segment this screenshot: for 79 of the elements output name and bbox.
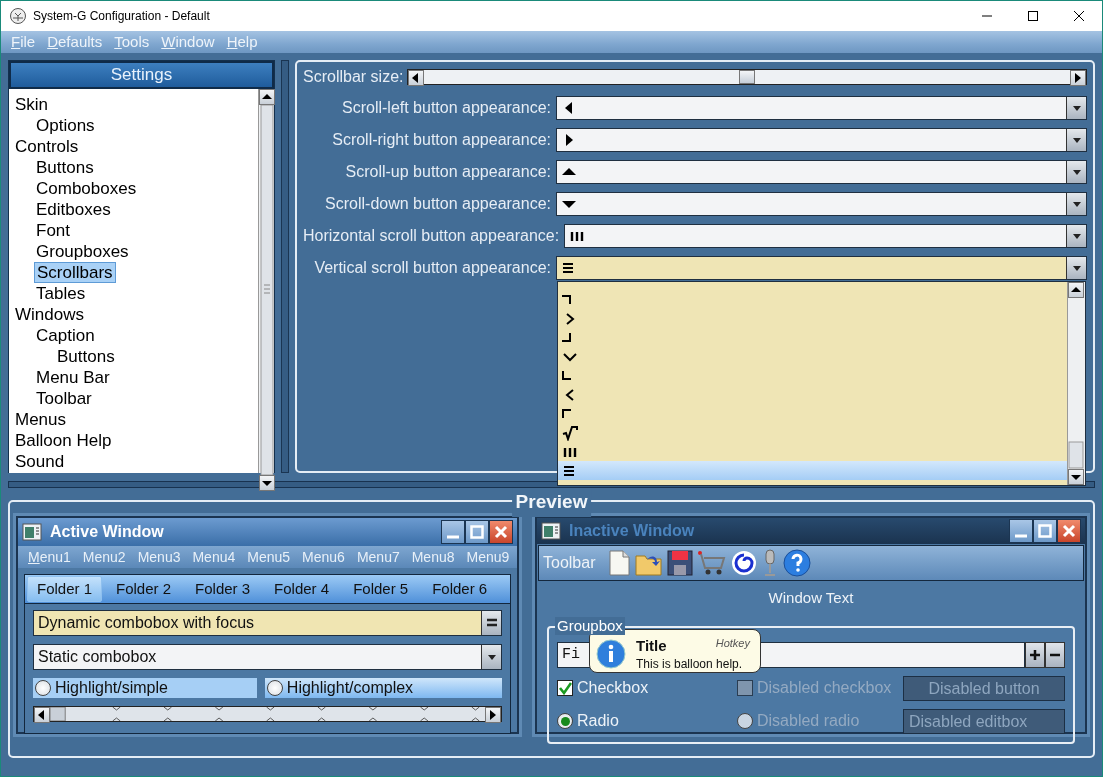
tree-item[interactable]: Buttons <box>55 346 117 367</box>
setting-label: Scroll-down button appearance: <box>324 194 551 214</box>
menu-icon <box>485 617 498 629</box>
tab[interactable]: Folder 4 <box>264 576 340 602</box>
checkbox-label: Checkbox <box>577 678 649 698</box>
combobox[interactable]: Dynamic combobox with focus <box>33 610 502 636</box>
tree-item[interactable]: Buttons <box>34 157 96 178</box>
toolbar-label: Toolbar <box>543 553 596 573</box>
checkbox[interactable] <box>557 680 573 696</box>
setting-label: Scroll-up button appearance: <box>344 162 551 182</box>
radio-option[interactable]: Highlight/complex <box>264 678 502 698</box>
setting-label: Scroll-left button appearance: <box>341 98 551 118</box>
tree-item[interactable]: Options <box>34 115 97 136</box>
window-text: Window Text <box>767 588 855 608</box>
tree-item[interactable]: Menu Bar <box>34 367 112 388</box>
tree-item[interactable]: Menus <box>13 409 69 430</box>
radio-option[interactable]: Highlight/simple <box>33 678 257 698</box>
slider[interactable] <box>407 69 1087 85</box>
radio-label: Radio <box>577 711 619 731</box>
maximize-icon[interactable] <box>1027 10 1039 22</box>
scrollbar[interactable] <box>33 706 502 722</box>
setting-label: Vertical scroll button appearance: <box>313 258 551 278</box>
tree-item[interactable]: Toolbar <box>34 388 94 409</box>
slider-thumb[interactable] <box>739 70 756 84</box>
tree-item[interactable]: Editboxes <box>34 199 113 220</box>
tree-item[interactable]: Controls <box>13 136 81 157</box>
help-icon[interactable] <box>783 549 812 577</box>
scrollbar-thumb-icon[interactable] <box>259 105 274 475</box>
tree-item[interactable]: Sound <box>13 451 67 472</box>
app-icon <box>9 7 27 25</box>
tree-item[interactable]: Balloon Help <box>13 430 114 451</box>
combobox[interactable] <box>556 128 1087 152</box>
splitter-bar[interactable] <box>8 481 1095 488</box>
edit-field: Disabled editbox <box>903 708 1065 734</box>
check-icon <box>558 681 572 695</box>
spiral-icon[interactable] <box>731 550 758 576</box>
corner-icon <box>562 409 571 418</box>
window-title: Active Window <box>50 522 165 542</box>
setting-label: Scroll-right button appearance: <box>331 130 551 150</box>
tree-item[interactable]: Tables <box>34 283 88 304</box>
info-icon <box>596 638 626 669</box>
tab[interactable]: Folder 6 <box>422 576 498 602</box>
plus-icon[interactable] <box>1029 648 1041 661</box>
document-icon[interactable] <box>607 550 632 576</box>
panel-header: Settings <box>9 61 274 89</box>
scrollbar-thumb-icon[interactable] <box>1068 441 1084 469</box>
root-sign-icon <box>562 424 578 441</box>
radio-button[interactable] <box>557 713 573 729</box>
tree-item[interactable]: Caption <box>34 325 97 346</box>
combobox[interactable] <box>556 192 1087 216</box>
tab[interactable]: Folder 2 <box>106 576 182 602</box>
combobox[interactable]: Static combobox <box>33 644 502 670</box>
tab[interactable]: Folder 5 <box>343 576 419 602</box>
checkbox-label: Disabled checkbox <box>757 678 892 698</box>
tree-item[interactable]: Font <box>34 220 73 241</box>
corner-icon <box>562 371 571 380</box>
setting-label: Horizontal scroll button appearance: <box>303 226 560 246</box>
combobox[interactable] <box>564 224 1087 248</box>
window-icon <box>541 522 561 540</box>
tree-item[interactable]: Skin <box>13 94 51 115</box>
combobox[interactable] <box>556 160 1087 184</box>
corner-icon <box>562 333 571 342</box>
window-title: System-G Configuration - Default <box>33 8 211 25</box>
tab[interactable]: Folder 1 <box>27 576 103 602</box>
tree-item[interactable]: Scrollbars <box>34 262 116 283</box>
tab[interactable]: Folder 3 <box>185 576 261 602</box>
close-icon[interactable] <box>1073 10 1085 22</box>
button: Disabled button <box>903 675 1065 701</box>
combobox[interactable] <box>556 96 1087 120</box>
corner-icon <box>562 295 571 304</box>
setting-label: Scrollbar size: <box>303 67 404 87</box>
cart-icon[interactable] <box>697 550 728 576</box>
tree-item[interactable]: Windows <box>13 304 86 325</box>
radio-label: Disabled radio <box>757 711 860 731</box>
window-icon <box>22 523 42 541</box>
tree-item[interactable]: Groupboxes <box>34 241 131 262</box>
groupbox-title: Groupbox <box>555 616 625 635</box>
window-title: Inactive Window <box>569 521 696 541</box>
tree-item[interactable]: Comboboxes <box>34 178 139 199</box>
